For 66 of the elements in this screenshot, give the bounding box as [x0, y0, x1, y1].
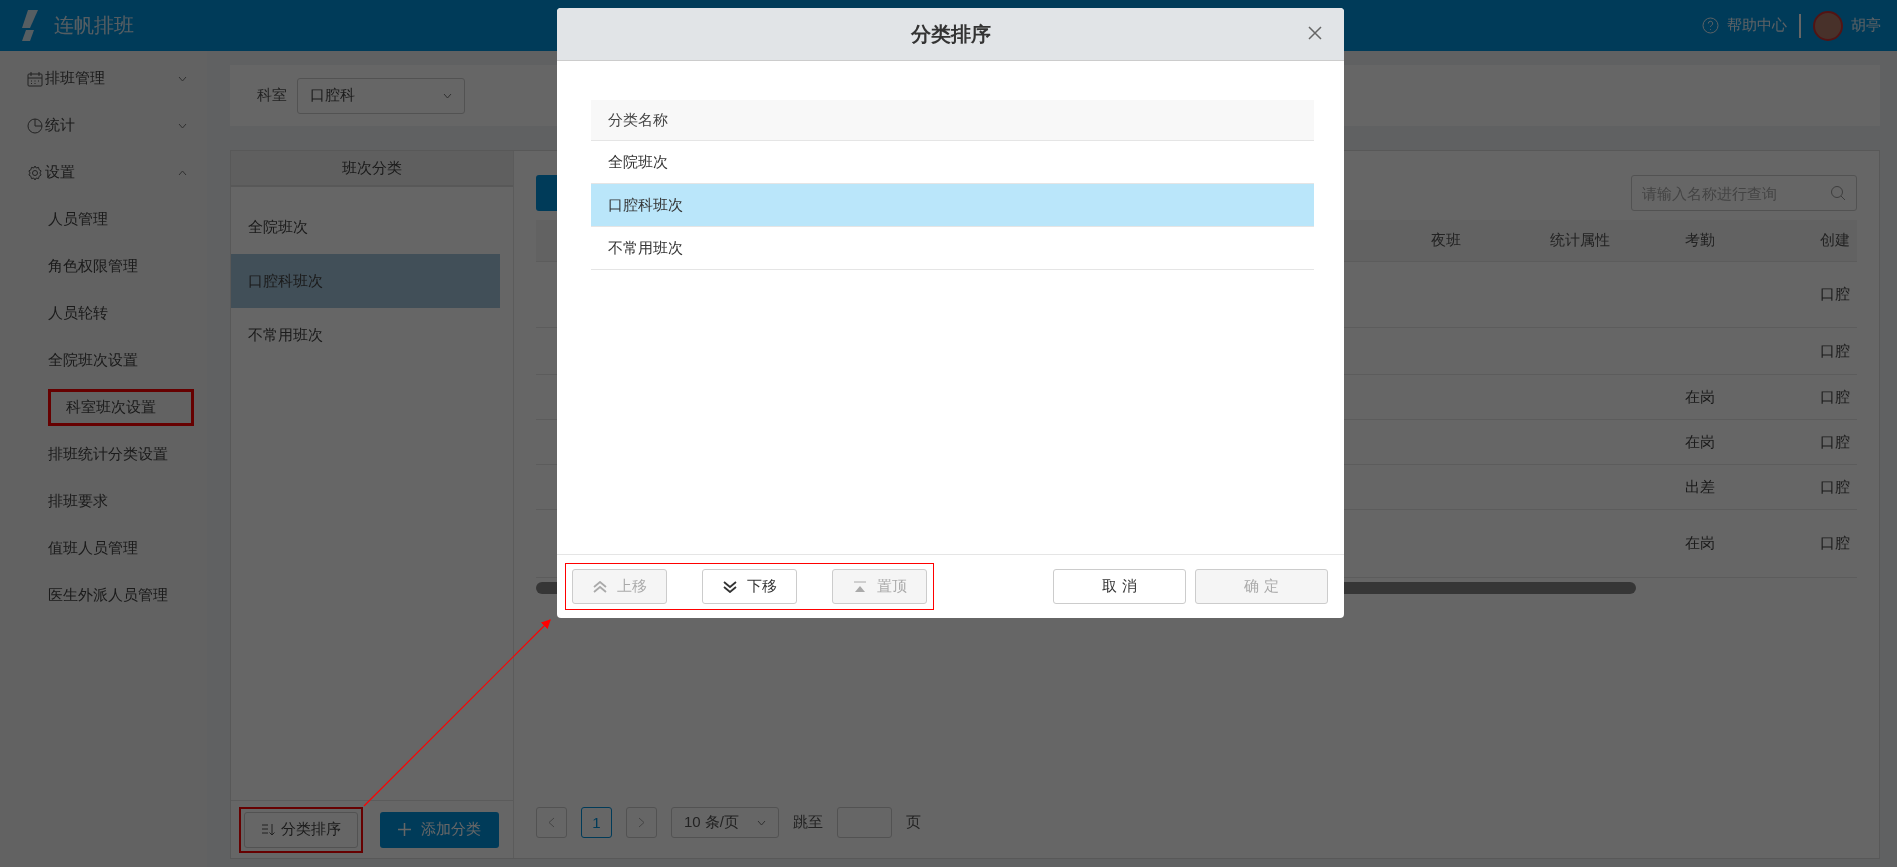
search-icon [1830, 185, 1846, 201]
table-cell: 口腔 [1820, 341, 1850, 361]
previous-page-button[interactable] [536, 807, 567, 838]
table-cell: 口腔 [1820, 534, 1850, 553]
avatar[interactable] [1813, 10, 1843, 41]
app-name: 连帆排班 [54, 13, 134, 38]
double-chevron-down-icon [722, 580, 737, 593]
pie-chart-icon [27, 117, 43, 134]
sidebar-item[interactable]: 排班要求 [48, 492, 108, 511]
chevron-left-icon [548, 817, 555, 828]
table-cell: 口腔 [1820, 477, 1850, 497]
column-header: 分类名称 [591, 100, 1314, 141]
user-name[interactable]: 胡亭 [1851, 16, 1881, 35]
chevron-right-icon [638, 817, 645, 828]
table-cell: 口腔 [1820, 432, 1850, 452]
move-button[interactable]: 下移 [702, 569, 797, 604]
double-chevron-up-icon [592, 580, 607, 593]
table-cell: 口腔 [1820, 387, 1850, 407]
sort-icon [261, 823, 275, 836]
dialog-title: 分类排序 [910, 21, 991, 47]
column-header: 创建 [1820, 220, 1857, 262]
page-button[interactable]: 1 [581, 807, 612, 838]
jump-label: 跳至 [793, 813, 823, 832]
chevron-up-icon [178, 169, 187, 176]
sidebar-group[interactable]: 设置 [0, 149, 207, 196]
plus-icon [398, 823, 411, 836]
chevron-down-icon [443, 92, 452, 99]
dialog-button[interactable]: 取 消 [1053, 569, 1186, 604]
filter-label: 科室 [257, 86, 287, 105]
sidebar-item[interactable]: 科室班次设置 [48, 389, 194, 426]
sidebar-item[interactable]: 人员轮转 [48, 304, 108, 323]
table-cell: 在岗 [1685, 432, 1715, 452]
next-page-button[interactable] [626, 807, 657, 838]
triangle-up-icon [852, 580, 867, 593]
calendar-icon [27, 70, 43, 87]
table-cell: 在岗 [1685, 534, 1715, 553]
sort-category-button[interactable]: 分类排序 [244, 811, 358, 848]
sidebar-item[interactable]: 角色权限管理 [48, 257, 138, 276]
table-cell: 在岗 [1685, 387, 1715, 407]
sidebar-item[interactable]: 医生外派人员管理 [48, 586, 168, 605]
sidebar-group[interactable]: 统计 [0, 102, 207, 149]
help-center-link[interactable]: 帮助中心 [1727, 16, 1787, 35]
chevron-down-icon [178, 122, 187, 129]
column-header: 考勤 [1685, 220, 1820, 262]
sidebar-item[interactable]: 值班人员管理 [48, 539, 138, 558]
sidebar-item[interactable]: 排班统计分类设置 [48, 445, 168, 464]
category-header: 班次分类 [231, 151, 513, 187]
page-unit: 页 [906, 813, 921, 832]
category-item[interactable]: 全院班次 [231, 200, 500, 254]
chevron-down-icon [757, 819, 766, 826]
sidebar-item[interactable]: 全院班次设置 [48, 351, 138, 370]
column-header: 统计属性 [1550, 220, 1685, 262]
table-cell: 口腔 [1820, 285, 1850, 304]
table-cell: 出差 [1685, 477, 1715, 497]
chevron-down-icon [178, 75, 187, 82]
logo-icon [20, 9, 40, 42]
category-item[interactable]: 不常用班次 [231, 308, 500, 362]
add-category-button[interactable]: 添加分类 [380, 811, 499, 848]
department-select[interactable]: 口腔科 [297, 77, 465, 114]
settings-icon [27, 164, 43, 181]
column-header: 夜班 [1431, 220, 1550, 262]
page-size-select[interactable]: 10 条/页 [671, 807, 779, 838]
sidebar-item[interactable]: 人员管理 [48, 210, 108, 229]
sidebar-group[interactable]: 排班管理 [0, 55, 207, 102]
help-icon[interactable] [1702, 17, 1719, 34]
category-row[interactable]: 口腔科班次 [591, 184, 1314, 227]
